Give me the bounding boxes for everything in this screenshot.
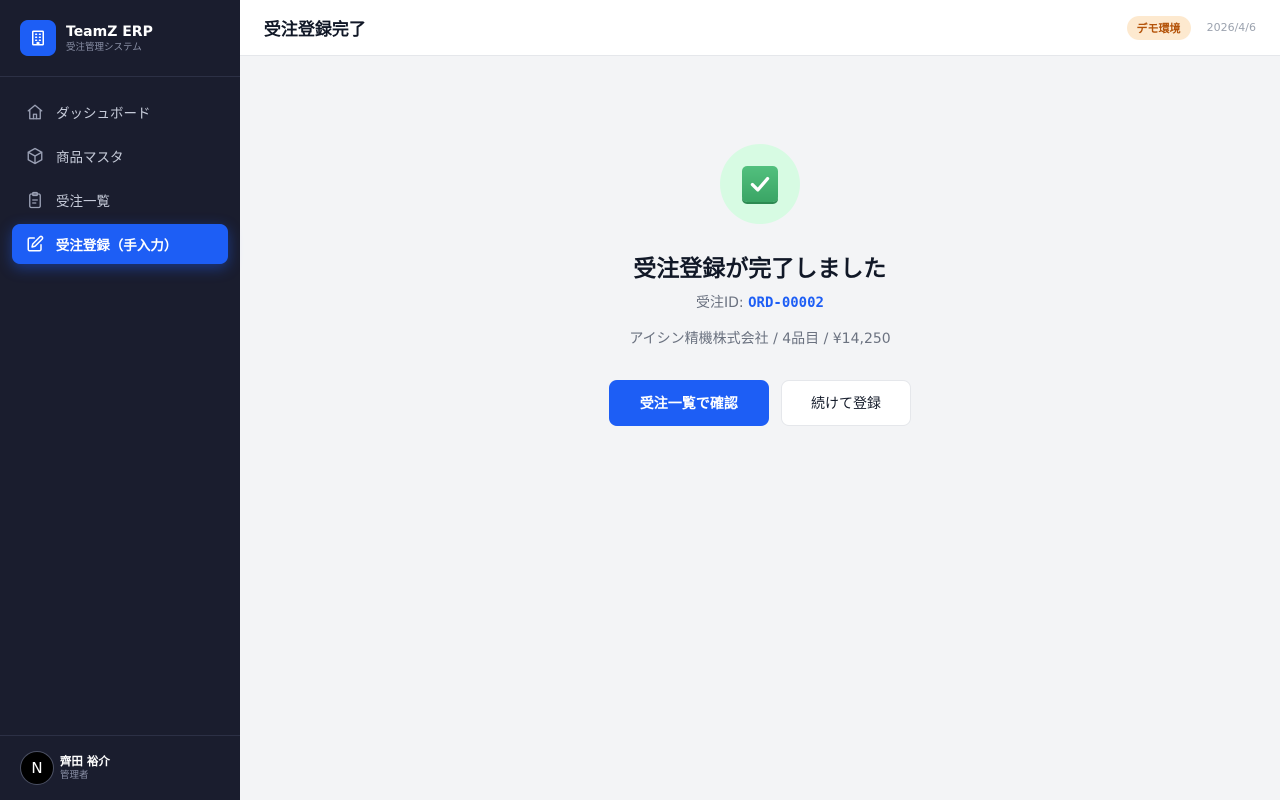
clipboard-icon (26, 191, 44, 209)
user-name: 齊田 裕介 (60, 754, 111, 768)
sidebar-item-label: ダッシュボード (56, 106, 151, 122)
order-id-line: 受注ID: ORD-00002 (240, 292, 1280, 312)
app-subtitle: 受注管理システム (66, 41, 142, 53)
completion-title: 受注登録が完了しました (633, 256, 887, 282)
user-profile[interactable]: N 齊田 裕介 管理者 (0, 735, 240, 800)
avatar: N (16, 751, 54, 788)
main-content: 受注登録が完了しました 受注ID: ORD-00002 アイシン精機株式会社 /… (240, 56, 1280, 800)
check-icon (742, 166, 778, 202)
header-date: 2026/4/6 (1206, 21, 1256, 34)
order-summary: アイシン精機株式会社 / 4品目 / ¥14,250 (629, 331, 891, 347)
sidebar-item-label: 商品マスタ (56, 150, 124, 166)
order-id: ORD-00002 (748, 295, 824, 311)
sidebar: TeamZ ERP 受注管理システム ダッシュボード 商品マスタ 受注一覧 受注… (0, 0, 240, 800)
action-buttons: 受注一覧で確認 続けて登録 (240, 380, 1280, 426)
sidebar-item-products[interactable]: 商品マスタ (12, 136, 228, 176)
sidebar-item-label: 受注登録（手入力） (56, 238, 178, 254)
order-id-label: 受注ID: (696, 295, 744, 311)
edit-icon (26, 235, 44, 253)
app-name: TeamZ ERP (66, 23, 153, 40)
brand: TeamZ ERP 受注管理システム (0, 0, 240, 77)
sidebar-item-order-entry[interactable]: 受注登録（手入力） (12, 224, 228, 264)
home-icon (26, 103, 44, 121)
page-title: 受注登録完了 (264, 20, 366, 40)
page-header: 受注登録完了 デモ環境 2026/4/6 (240, 0, 1280, 56)
building-icon (20, 20, 56, 56)
success-indicator (720, 144, 800, 224)
view-order-list-button[interactable]: 受注一覧で確認 (609, 380, 769, 426)
continue-registration-button[interactable]: 続けて登録 (781, 380, 911, 426)
user-role: 管理者 (60, 770, 89, 781)
environment-badge: デモ環境 (1126, 15, 1191, 40)
box-icon (26, 147, 44, 165)
sidebar-item-dashboard[interactable]: ダッシュボード (12, 92, 228, 132)
sidebar-nav: ダッシュボード 商品マスタ 受注一覧 受注登録（手入力） (0, 77, 240, 264)
sidebar-item-label: 受注一覧 (56, 194, 110, 210)
sidebar-item-orders[interactable]: 受注一覧 (12, 180, 228, 220)
